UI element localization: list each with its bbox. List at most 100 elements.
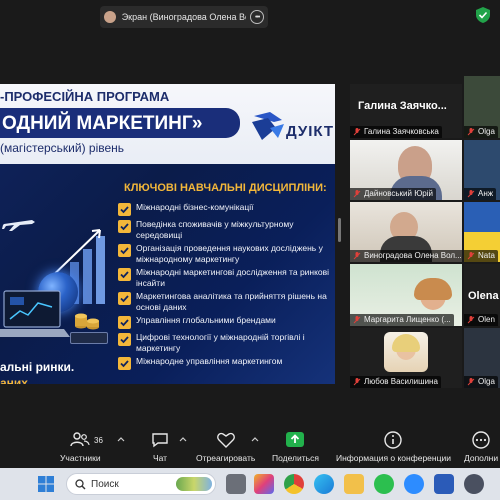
participant-name-large: Olena [468,290,499,302]
mic-muted-icon [467,316,475,324]
laptop-icon [0,290,70,337]
participant-label: Виноградова Олена Вол... [350,250,462,262]
airplane-icon [2,220,35,231]
chat-button[interactable]: Чат [150,430,170,463]
disciplines-heading: КЛЮЧОВІ НАВЧАЛЬНІ ДИСЦИПЛІНИ: [124,182,327,194]
discipline-text: Міжнародні бізнес-комунікації [136,202,254,212]
participant-tile-5[interactable]: Виноградова Олена Вол... [350,202,462,262]
smartphone-icon [70,332,108,344]
checkbox-checked-icon [118,316,131,329]
checkbox-checked-icon [118,268,131,281]
screen-share-indicator[interactable]: Экран (Виноградова Олена Воло ••• [100,6,268,28]
university-logo-text: ДУІКТ [286,123,335,140]
file-explorer-icon[interactable] [344,474,364,494]
participant-tile-6[interactable]: Nata [464,202,500,262]
discipline-text: Поведінка споживачів у міжкультурному се… [136,219,294,240]
panel-resize-handle[interactable] [338,218,341,242]
participant-label: Маргарита Лищенко (... [350,314,454,326]
discipline-item: Організація проведення наукових дослідже… [118,243,330,264]
mic-muted-icon [353,378,361,386]
taskbar-search[interactable]: Поиск [66,473,216,495]
task-view-icon[interactable] [226,474,246,494]
participant-label: Анж [464,188,497,200]
participant-video-hair [414,278,452,300]
discipline-item: Цифрові технології у міжнародній торгівл… [118,332,330,353]
checkbox-checked-icon [118,333,131,346]
checkbox-checked-icon [118,357,131,370]
participant-tile-3[interactable]: Дайновський Юрій [350,140,462,200]
participant-label: Любов Василишина [350,376,441,388]
mic-muted-icon [353,128,361,136]
participant-label: Olen [464,314,498,326]
meeting-info-label: Информация о конференции [336,453,451,463]
participants-button[interactable]: Участники [60,430,101,463]
mic-muted-icon [467,128,475,136]
chevron-up-icon[interactable] [251,436,259,442]
participant-avatar [384,332,428,372]
checkbox-checked-icon [118,220,131,233]
discipline-text: Цифрові технології у міжнародній торгівл… [136,332,305,353]
discipline-item: Управління глобальними брендами [118,315,330,329]
windows-taskbar: Поиск [0,468,500,500]
more-button[interactable]: Дополни [464,430,498,463]
chrome-icon[interactable] [284,474,304,494]
discipline-text: Управління глобальними брендами [136,315,276,325]
mic-muted-icon [467,190,475,198]
zoom-icon[interactable] [404,474,424,494]
participant-tile-2[interactable]: Olga [464,76,500,138]
participants-icon [70,432,90,447]
checkbox-checked-icon [118,292,131,305]
disciplines-list: Міжнародні бізнес-комунікації Поведінка с… [118,202,330,373]
search-highlight-image [176,477,212,491]
word-icon[interactable] [434,474,454,494]
more-options-icon[interactable]: ••• [250,10,264,24]
taskbar-app-icon[interactable] [464,474,484,494]
slide-footer-line-1: альні ринки. [0,360,75,374]
program-title: ОДНИЙ МАРКЕТИНГ» [2,113,203,134]
mic-muted-icon [467,378,475,386]
edge-icon[interactable] [314,474,334,494]
windows-start-icon[interactable] [38,476,54,492]
copilot-icon[interactable] [254,474,274,494]
participant-label: Olga [464,126,498,138]
zoom-meeting-window: Экран (Виноградова Олена Воло ••• -ПРОФЕ… [0,0,500,500]
participant-label: Дайновський Юрій [350,188,436,200]
share-screen-button[interactable]: Поделиться [272,430,319,463]
participant-tile-10[interactable]: Olga [464,328,500,388]
discipline-text: Маркетингова аналітика та прийняття ріше… [136,291,327,312]
participant-label: Nata [464,250,498,262]
heart-icon [216,432,235,448]
share-screen-icon [286,432,305,447]
more-icon [472,431,490,449]
participant-tile-7[interactable]: Маргарита Лищенко (... [350,264,462,326]
discipline-text: Міжнародні маркетингові дослідження та р… [136,267,330,288]
checkbox-checked-icon [118,203,131,216]
discipline-item: Маркетингова аналітика та прийняття ріше… [118,291,330,312]
chat-icon [152,433,168,448]
participant-tile-1[interactable]: Галина Заячко... Галина Заячковська [350,84,462,138]
chevron-up-icon[interactable] [117,436,125,442]
discipline-item: Міжнародні бізнес-комунікації [118,202,330,216]
participant-tile-9[interactable]: Любов Василишина [350,328,462,388]
discipline-text: Організація проведення наукових дослідже… [136,243,323,264]
security-shield-icon[interactable] [476,7,490,23]
more-label: Дополни [464,453,499,463]
whatsapp-icon[interactable] [374,474,394,494]
university-logo-icon [252,112,284,140]
search-icon [75,479,86,490]
top-bar: Экран (Виноградова Олена Воло ••• [0,0,500,34]
participant-name-large: Галина Заячко... [358,100,447,112]
discipline-item: Поведінка споживачів у міжкультурному се… [118,219,330,240]
chevron-up-icon[interactable] [179,436,187,442]
mic-muted-icon [353,252,361,260]
discipline-item: Міжнародні маркетингові дослідження та р… [118,267,330,288]
meeting-toolbar: Участники 36 Чат Отреагировать Поделитьс… [0,428,500,468]
meeting-info-button[interactable]: Информация о конференции [336,430,451,463]
participant-tile-8[interactable]: Olena Olen [464,264,500,326]
mic-muted-icon [467,252,475,260]
slide-footer-line-2: аних. [0,376,32,384]
participant-tile-4[interactable]: Анж [464,140,500,200]
search-placeholder: Поиск [91,479,119,490]
reactions-button[interactable]: Отреагировать [196,430,255,463]
share-screen-label: Поделиться [272,453,319,463]
